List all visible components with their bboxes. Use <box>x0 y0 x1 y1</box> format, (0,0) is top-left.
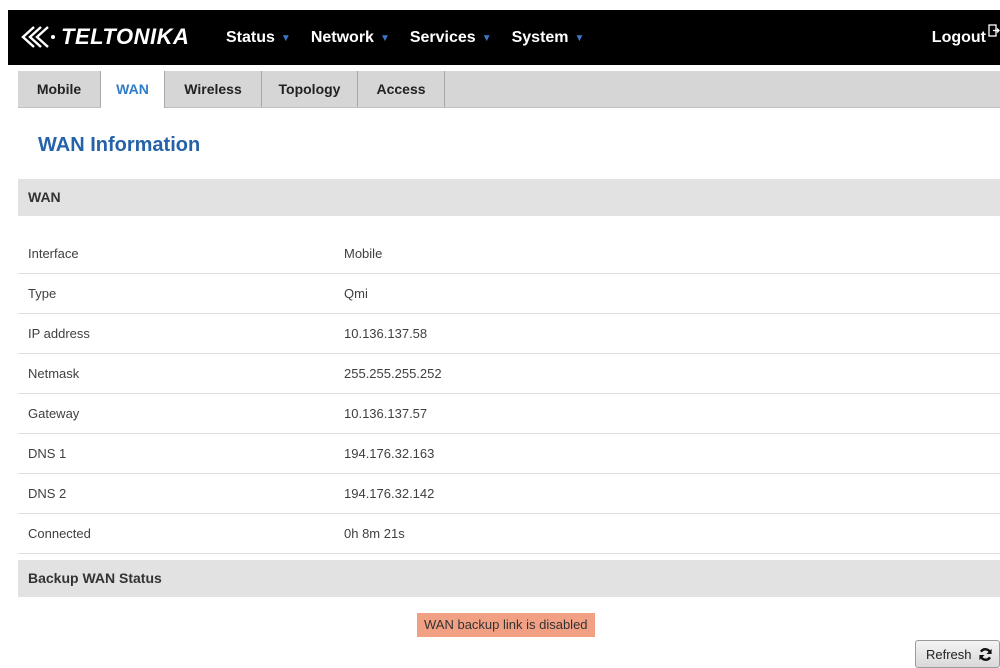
page-title: WAN Information <box>38 134 201 156</box>
table-row: Netmask 255.255.255.252 <box>18 354 1000 394</box>
menu-network[interactable]: Network ▼ <box>311 29 390 47</box>
tab-wan[interactable]: WAN <box>101 71 165 108</box>
backup-status-notice: WAN backup link is disabled <box>417 613 595 637</box>
tab-access[interactable]: Access <box>358 71 445 107</box>
wan-info-table: Interface Mobile Type Qmi IP address 10.… <box>18 234 1000 554</box>
logout-icon <box>988 23 1000 42</box>
menu-services[interactable]: Services ▼ <box>410 29 492 47</box>
menu-system[interactable]: System ▼ <box>512 29 585 47</box>
row-value: 255.255.255.252 <box>344 366 442 381</box>
menu-system-label: System <box>511 28 569 46</box>
row-key: DNS 1 <box>28 446 67 461</box>
table-row: Type Qmi <box>18 274 1000 314</box>
tab-mobile[interactable]: Mobile <box>18 71 101 107</box>
main-menu: Status ▼ Network ▼ Services ▼ System ▼ <box>226 10 604 65</box>
brand-name: TELTONIKA <box>61 24 190 49</box>
table-row: Gateway 10.136.137.57 <box>18 394 1000 434</box>
row-value: 194.176.32.142 <box>344 486 435 501</box>
tab-wireless[interactable]: Wireless <box>165 71 262 107</box>
caret-down-icon: ▼ <box>280 33 291 44</box>
page-frame: TELTONIKA Status ▼ Network ▼ Services ▼ … <box>8 10 1000 668</box>
backup-wan-section-header: Backup WAN Status <box>18 560 1000 597</box>
table-row: DNS 2 194.176.32.142 <box>18 474 1000 514</box>
row-key: Gateway <box>28 406 80 421</box>
row-value: Qmi <box>344 286 368 301</box>
row-key: DNS 2 <box>28 486 67 501</box>
caret-down-icon: ▼ <box>481 33 492 44</box>
brand-logo[interactable]: TELTONIKA <box>20 24 190 49</box>
menu-network-label: Network <box>310 28 374 46</box>
refresh-icon <box>978 647 993 662</box>
sub-tab-bar: Mobile WAN Wireless Topology Access <box>18 71 1000 108</box>
row-key: Netmask <box>28 366 80 381</box>
wan-section-header: WAN <box>18 179 1000 216</box>
table-row: IP address 10.136.137.58 <box>18 314 1000 354</box>
logout-button[interactable]: Logout <box>932 10 1000 65</box>
row-key: IP address <box>28 326 90 341</box>
row-value: 10.136.137.57 <box>344 406 428 421</box>
row-value: 10.136.137.58 <box>344 326 428 341</box>
refresh-button[interactable]: Refresh <box>915 640 1000 668</box>
tab-topology[interactable]: Topology <box>262 71 358 107</box>
table-row: Interface Mobile <box>18 234 1000 274</box>
teltonika-chevron-icon <box>21 26 55 48</box>
row-value: Mobile <box>344 246 383 261</box>
refresh-label: Refresh <box>926 646 972 662</box>
caret-down-icon: ▼ <box>574 33 585 44</box>
row-key: Connected <box>28 526 91 541</box>
table-row: DNS 1 194.176.32.163 <box>18 434 1000 474</box>
menu-status-label: Status <box>226 28 275 46</box>
logout-label: Logout <box>931 28 986 46</box>
row-key: Type <box>28 286 57 301</box>
caret-down-icon: ▼ <box>379 33 390 44</box>
row-key: Interface <box>28 246 79 261</box>
table-row: Connected 0h 8m 21s <box>18 514 1000 554</box>
menu-status[interactable]: Status ▼ <box>226 29 291 47</box>
row-value: 194.176.32.163 <box>344 446 435 461</box>
menu-services-label: Services <box>409 28 476 46</box>
top-navigation-bar: TELTONIKA Status ▼ Network ▼ Services ▼ … <box>8 10 1000 65</box>
row-value: 0h 8m 21s <box>344 526 405 541</box>
